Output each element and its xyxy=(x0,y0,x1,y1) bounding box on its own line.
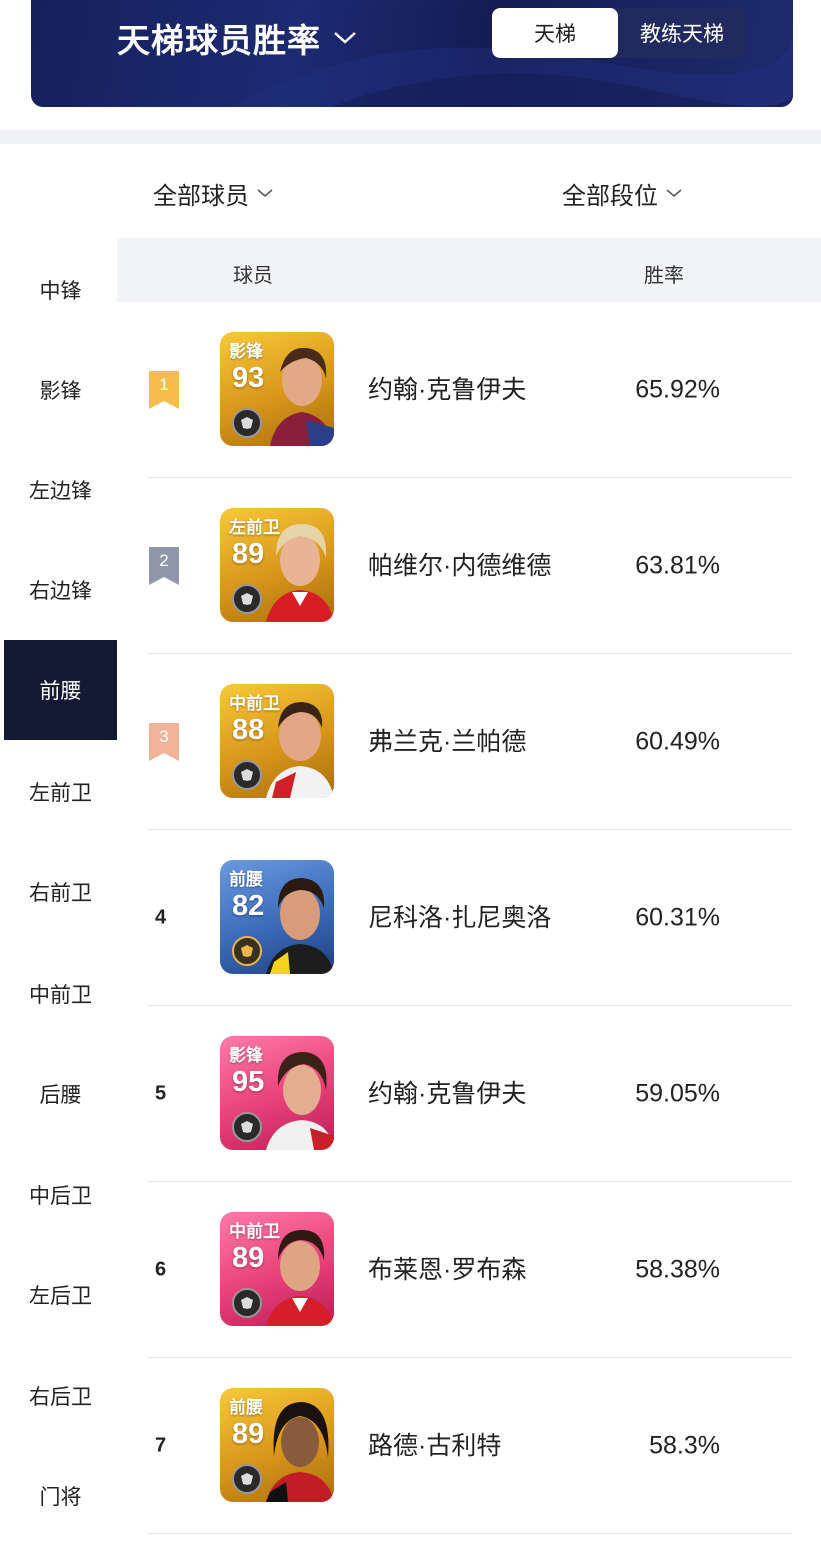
sidebar-item-rwf[interactable]: 右边锋 xyxy=(4,540,117,640)
rank-label: 1 xyxy=(159,374,169,394)
tab-coach-ladder[interactable]: 教练天梯 xyxy=(618,8,746,58)
sidebar-item-rmf[interactable]: 右前卫 xyxy=(4,842,117,942)
sidebar-item-rb[interactable]: 右后卫 xyxy=(4,1346,117,1446)
page-title: 天梯球员胜率 xyxy=(117,22,321,59)
emblem-icon xyxy=(232,760,262,790)
winrate-value: 63.81% xyxy=(635,551,720,579)
player-filter-dropdown[interactable]: 全部球员 xyxy=(153,176,273,211)
player-name[interactable]: 约翰·克鲁伊夫 xyxy=(368,1074,558,1114)
table-row[interactable]: 1 影锋 93 约翰·克鲁伊夫 65.92% xyxy=(147,302,792,478)
column-header-winrate: 胜率 xyxy=(644,265,684,287)
table-row[interactable]: 3 中前卫 88 弗兰克·兰帕德 60.49% xyxy=(147,654,792,830)
table-row[interactable]: 7 前腰 89 路德·古利特 58.3% xyxy=(147,1358,792,1534)
player-name[interactable]: 路德·古利特 xyxy=(368,1426,558,1466)
section-divider xyxy=(0,130,821,144)
player-filter-label: 全部球员 xyxy=(153,183,249,210)
rank-badge: 2 xyxy=(149,547,179,585)
table-header: 球员 胜率 xyxy=(117,238,821,302)
card-position: 前腰 xyxy=(229,870,263,889)
card-rating: 82 xyxy=(232,890,265,922)
chevron-down-icon xyxy=(666,189,682,198)
player-name[interactable]: 帕维尔·内德维德 xyxy=(368,546,558,586)
card-rating: 89 xyxy=(232,1418,265,1450)
player-name[interactable]: 尼科洛·扎尼奥洛 xyxy=(368,898,558,938)
card-position: 左前卫 xyxy=(229,518,280,537)
winrate-value: 59.05% xyxy=(635,1079,720,1107)
player-portrait-icon xyxy=(266,878,334,974)
chevron-down-icon xyxy=(334,32,356,44)
emblem-icon xyxy=(232,1464,262,1494)
winrate-value: 60.49% xyxy=(635,727,720,755)
card-position: 影锋 xyxy=(229,1046,263,1065)
player-portrait-icon xyxy=(266,1402,334,1502)
emblem-icon xyxy=(232,584,262,614)
sidebar-item-cb[interactable]: 中后卫 xyxy=(4,1145,117,1245)
emblem-icon xyxy=(232,1288,262,1318)
rank-badge: 1 xyxy=(149,371,179,409)
player-portrait-icon xyxy=(266,1052,334,1150)
winrate-value: 65.92% xyxy=(635,375,720,403)
emblem-icon xyxy=(232,1112,262,1142)
emblem-icon xyxy=(232,408,262,438)
winrate-value: 58.3% xyxy=(649,1431,720,1459)
sidebar-item-gk[interactable]: 门将 xyxy=(4,1446,117,1545)
rank-number: 5 xyxy=(155,1082,167,1104)
player-name[interactable]: 布莱恩·罗布森 xyxy=(368,1250,558,1290)
sidebar-item-cf[interactable]: 中锋 xyxy=(4,240,117,340)
sidebar-item-dmf[interactable]: 后腰 xyxy=(4,1044,117,1144)
card-rating: 88 xyxy=(232,714,265,746)
winrate-value: 60.31% xyxy=(635,903,720,931)
table-row[interactable]: 5 影锋 95 约翰·克鲁伊夫 59.05% xyxy=(147,1006,792,1182)
filter-bar: 全部球员 全部段位 xyxy=(0,144,821,238)
rank-filter-dropdown[interactable]: 全部段位 xyxy=(562,176,682,211)
card-position: 影锋 xyxy=(229,342,263,361)
header-area: 天梯球员胜率 天梯 教练天梯 xyxy=(0,0,821,130)
card-rating: 89 xyxy=(232,1242,265,1274)
sidebar-item-amf[interactable]: 前腰 xyxy=(4,640,117,740)
ladder-tab-switch: 天梯 教练天梯 xyxy=(492,8,746,58)
table-row[interactable]: 6 中前卫 89 布莱恩·罗布森 58.38% xyxy=(147,1182,792,1358)
sidebar-item-lwf[interactable]: 左边锋 xyxy=(4,440,117,540)
table-row[interactable]: 2 左前卫 89 帕维尔·内德维德 63.81% xyxy=(147,478,792,654)
player-card[interactable]: 中前卫 88 xyxy=(220,684,334,798)
position-sidebar: 中锋 影锋 左边锋 右边锋 前腰 左前卫 右前卫 中前卫 后腰 中后卫 左后卫 … xyxy=(4,238,117,1545)
player-card[interactable]: 影锋 93 xyxy=(220,332,334,446)
card-rating: 89 xyxy=(232,538,265,570)
winrate-table: 球员 胜率 1 影锋 93 约翰·克鲁伊夫 65.92% 2 左前卫 89 帕维… xyxy=(117,238,821,1545)
column-header-player: 球员 xyxy=(233,265,273,287)
card-position: 中前卫 xyxy=(229,694,280,713)
player-card[interactable]: 前腰 89 xyxy=(220,1388,334,1502)
page-title-dropdown[interactable]: 天梯球员胜率 xyxy=(117,14,357,62)
sidebar-item-ss[interactable]: 影锋 xyxy=(4,340,117,440)
player-card[interactable]: 中前卫 89 xyxy=(220,1212,334,1326)
player-card[interactable]: 影锋 95 xyxy=(220,1036,334,1150)
card-position: 前腰 xyxy=(229,1398,263,1417)
table-row[interactable]: 4 前腰 82 尼科洛·扎尼奥洛 60.31% xyxy=(147,830,792,1006)
tab-ladder[interactable]: 天梯 xyxy=(492,8,618,58)
rank-number: 4 xyxy=(155,906,167,928)
player-portrait-icon xyxy=(270,347,334,446)
player-card[interactable]: 前腰 82 xyxy=(220,860,334,974)
rank-label: 3 xyxy=(159,726,169,746)
card-rating: 95 xyxy=(232,1066,265,1098)
rank-number: 7 xyxy=(155,1434,167,1456)
player-name[interactable]: 弗兰克·兰帕德 xyxy=(368,722,558,762)
sidebar-item-lmf[interactable]: 左前卫 xyxy=(4,742,117,842)
card-position: 中前卫 xyxy=(229,1222,280,1241)
rank-label: 2 xyxy=(159,550,169,570)
rank-filter-label: 全部段位 xyxy=(562,183,658,210)
card-rating: 93 xyxy=(232,362,265,394)
rank-number: 6 xyxy=(155,1258,167,1280)
sidebar-item-cmf[interactable]: 中前卫 xyxy=(4,944,117,1044)
player-card[interactable]: 左前卫 89 xyxy=(220,508,334,622)
winrate-value: 58.38% xyxy=(635,1255,720,1283)
sidebar-item-lb[interactable]: 左后卫 xyxy=(4,1245,117,1345)
rank-badge: 3 xyxy=(149,723,179,761)
emblem-icon xyxy=(232,936,262,966)
header-banner: 天梯球员胜率 天梯 教练天梯 xyxy=(31,0,793,107)
chevron-down-icon xyxy=(257,189,273,198)
player-name[interactable]: 约翰·克鲁伊夫 xyxy=(368,370,558,410)
